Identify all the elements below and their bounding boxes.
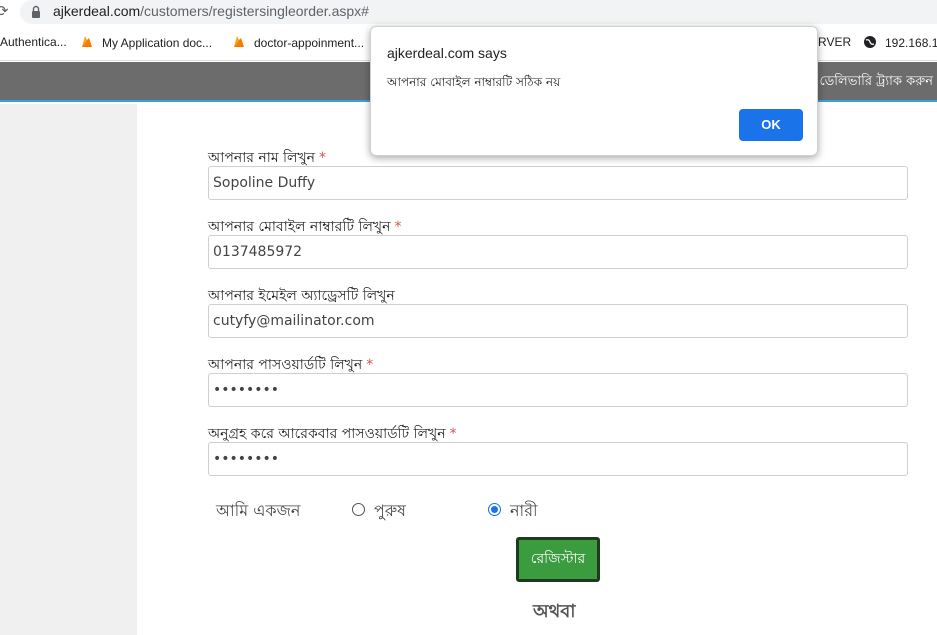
gender-male-label[interactable]: পুরুষ [374,498,406,525]
browser-address-bar: ⟳ ajkerdeal.com/customers/registersingle… [0,0,937,26]
alert-dialog: ajkerdeal.com says আপনার মোবাইল নাম্বারট… [370,26,818,156]
url-host: ajkerdeal.com [53,3,141,19]
dialog-message: আপনার মোবাইল নাম্বারটি সঠিক নয় [387,75,561,89]
reload-icon[interactable]: ⟳ [0,2,9,20]
left-sidebar [0,104,137,635]
globe-icon [864,36,876,48]
gender-male-radio[interactable] [352,503,365,516]
dialog-title: ajkerdeal.com says [387,45,507,61]
mobile-input[interactable]: 0137485972 [208,235,908,269]
gender-label: আমি একজন [216,501,301,520]
password-label-text: আপনার পাসওয়ার্ডটি লিখুন [208,357,363,373]
register-button[interactable]: রেজিস্টার [516,537,600,582]
bookmark-doctor-appoinment[interactable]: doctor-appoinment... [232,35,364,50]
required-mark: * [366,357,374,373]
email-input[interactable]: cutyfy@mailinator.com [208,304,908,338]
email-label-text: আপনার ইমেইল অ্যাড্রেসটি লিখুন [208,288,395,304]
required-mark: * [319,150,327,166]
password-input[interactable]: •••••••• [208,373,908,407]
gender-female-radio[interactable] [488,503,501,516]
bookmark-label: RVER [818,35,852,49]
name-label-text: আপনার নাম লিখুন [208,150,316,166]
bookmark-label: My Application doc... [102,36,213,50]
name-input[interactable]: Sopoline Duffy [208,166,908,200]
bookmark-label: Authentica... [0,35,67,49]
or-divider: অথবা [533,601,576,622]
url-path: /customers/registersingleorder.aspx# [140,3,369,19]
bookmark-ip[interactable]: 192.168.1 [863,35,937,50]
bookmark-authentica[interactable]: Authentica... [0,35,67,49]
dialog-ok-button[interactable]: OK [739,109,803,141]
required-mark: * [394,219,402,235]
required-mark: * [449,426,457,442]
lock-icon[interactable] [31,5,41,19]
confirm-password-label-text: অনুগ্রহ করে আরেকবার পাসওয়ার্ডটি লিখুন [208,426,446,442]
bookmark-label: 192.168.1 [885,36,937,50]
bookmark-server[interactable]: RVER [818,35,851,49]
mobile-label-text: আপনার মোবাইল নাম্বারটি লিখুন [208,219,391,235]
firebase-icon [82,36,92,47]
gender-female-label[interactable]: নারী [510,498,538,525]
confirm-password-input[interactable]: •••••••• [208,442,908,476]
bookmark-my-application[interactable]: My Application doc... [80,35,212,50]
url-text[interactable]: ajkerdeal.com/customers/registersingleor… [53,3,369,19]
bookmark-label: doctor-appoinment... [254,36,365,50]
track-delivery-link[interactable]: ডেলিভারি ট্র্যাক করুন [819,72,933,93]
firebase-icon [234,36,244,47]
